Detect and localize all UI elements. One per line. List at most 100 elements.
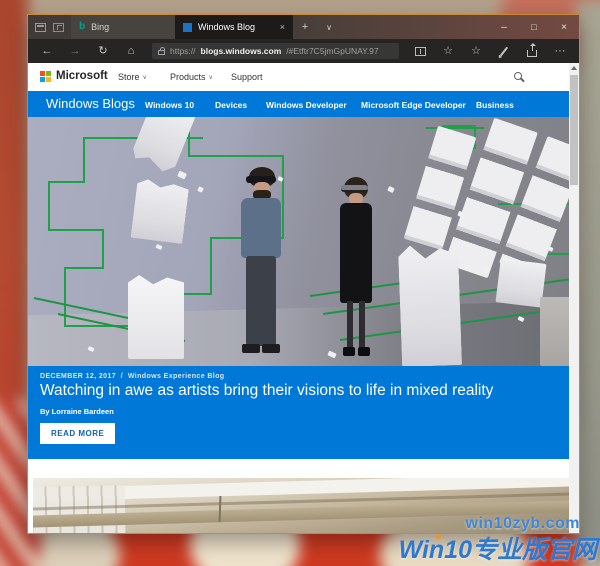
page-content: Microsoft Store∨ Products∨ Support Windo… xyxy=(28,63,579,533)
green-line xyxy=(83,137,85,183)
new-tab-button[interactable]: + xyxy=(293,15,317,39)
scrollbar-up-arrow[interactable] xyxy=(569,63,579,73)
add-favorite-button[interactable]: ☆ xyxy=(435,41,461,61)
menu-item-products[interactable]: Products∨ xyxy=(170,72,213,82)
home-button[interactable]: ⌂ xyxy=(118,41,144,61)
menu-label: Products xyxy=(170,72,206,82)
share-icon xyxy=(527,50,537,57)
url-path: /#Etftr7C5jmGpUNAY.97 xyxy=(286,46,378,56)
man-shoe xyxy=(262,344,280,353)
url-host: blogs.windows.com xyxy=(201,46,282,56)
menu-item-store[interactable]: Store∨ xyxy=(118,72,147,82)
post-title[interactable]: Watching in awe as artists bring their v… xyxy=(40,382,549,400)
read-more-button[interactable]: READ MORE xyxy=(40,423,115,444)
tab-preview-chevron[interactable]: ∨ xyxy=(317,15,341,39)
maximize-button[interactable]: □ xyxy=(519,15,549,39)
debris xyxy=(387,186,395,193)
chevron-down-icon: ∨ xyxy=(209,75,213,81)
scrollbar-thumb[interactable] xyxy=(570,75,578,185)
more-options-button[interactable]: ··· xyxy=(547,41,573,61)
menu-item-support[interactable]: Support xyxy=(231,72,263,82)
nav-item-windows-developer[interactable]: Windows Developer xyxy=(266,100,347,110)
pillar-shape xyxy=(131,178,190,244)
restore-tabs-icon[interactable] xyxy=(53,23,64,32)
green-line xyxy=(210,237,212,295)
logo-square-blue xyxy=(40,77,45,82)
chevron-down-icon: ∨ xyxy=(143,75,147,81)
reading-view-button[interactable] xyxy=(407,41,433,61)
pillar-shape xyxy=(398,244,462,366)
titlebar-drag-area xyxy=(341,15,489,39)
woman-shoe xyxy=(358,347,370,356)
edge-browser-window: b Bing Windows Blog × + ∨ – □ × ← → ↻ ⌂ … xyxy=(27,14,580,534)
address-bar[interactable]: https:// blogs.windows.com /#Etftr7C5jmGpU… xyxy=(152,43,399,59)
refresh-button[interactable]: ↻ xyxy=(90,41,116,61)
window-controls: – □ × xyxy=(489,15,579,39)
web-note-button[interactable] xyxy=(491,41,517,61)
lock-icon xyxy=(158,50,165,55)
man-jeans xyxy=(246,256,276,346)
microsoft-brand[interactable]: Microsoft xyxy=(56,70,108,82)
debris xyxy=(197,186,204,193)
nav-item-business[interactable]: Business xyxy=(476,100,514,110)
hub-button[interactable]: ☆ xyxy=(463,41,489,61)
page-scrollbar[interactable] xyxy=(569,63,579,533)
menu-label: Support xyxy=(231,72,263,82)
watermark-text: Win10专业版官网 xyxy=(399,536,597,564)
set-tabs-aside-icon[interactable] xyxy=(35,23,46,32)
windows-blog-favicon xyxy=(183,23,192,32)
woman-leg xyxy=(347,301,353,349)
meta-separator: / xyxy=(121,373,123,380)
man-shoe xyxy=(242,344,260,353)
green-line xyxy=(48,181,85,183)
content-gap xyxy=(28,459,579,478)
debris xyxy=(177,171,187,180)
pedestal-shape xyxy=(128,275,184,359)
nav-item-windows-10[interactable]: Windows 10 xyxy=(145,100,194,110)
windows-blogs-nav: Windows Blogs Windows 10 Devices Windows… xyxy=(28,91,579,117)
tab-windows-blog[interactable]: Windows Blog × xyxy=(175,15,293,39)
url-protocol: https:// xyxy=(170,46,196,56)
green-line xyxy=(48,229,104,231)
close-button[interactable]: × xyxy=(549,15,579,39)
forward-button[interactable]: → xyxy=(62,41,88,61)
watermark-orange-dot xyxy=(436,534,441,539)
nav-item-edge-developer[interactable]: Microsoft Edge Developer xyxy=(361,100,466,110)
pillar-shape xyxy=(129,117,196,175)
hero-image[interactable] xyxy=(28,117,579,366)
hero-floor xyxy=(28,301,579,366)
green-line xyxy=(64,267,66,327)
woman-leg xyxy=(359,301,365,349)
share-button[interactable] xyxy=(519,41,545,61)
pen-icon xyxy=(500,46,508,56)
logo-square-red xyxy=(40,71,45,76)
hololens-headset-icon xyxy=(341,185,368,192)
watermark-site-name: Win10专业版官网 xyxy=(399,530,597,566)
featured-post-banner: DECEMBER 12, 2017 / Windows Experience B… xyxy=(28,366,579,459)
tab-bing[interactable]: b Bing xyxy=(71,15,175,39)
tab-label: Windows Blog xyxy=(198,22,255,32)
woman-shoe xyxy=(343,347,355,356)
microsoft-header: Microsoft Store∨ Products∨ Support xyxy=(28,63,579,91)
post-byline: By Lorraine Bardeen xyxy=(40,407,114,416)
post-meta: DECEMBER 12, 2017 / Windows Experience B… xyxy=(40,373,224,380)
post-date: DECEMBER 12, 2017 xyxy=(40,373,116,380)
microsoft-logo-icon[interactable] xyxy=(40,71,51,82)
nav-item-devices[interactable]: Devices xyxy=(215,100,247,110)
tab-label: Bing xyxy=(91,22,109,32)
back-button[interactable]: ← xyxy=(34,41,60,61)
tab-bar: b Bing Windows Blog × + ∨ – □ × xyxy=(28,15,579,39)
post-category[interactable]: Windows Experience Blog xyxy=(128,373,225,380)
woman-dress xyxy=(340,203,372,303)
person-silhouette-man xyxy=(234,167,288,359)
search-icon[interactable] xyxy=(514,72,522,80)
man-shirt xyxy=(241,198,281,258)
green-line xyxy=(102,229,104,269)
logo-square-green xyxy=(46,71,51,76)
close-tab-icon[interactable]: × xyxy=(280,23,285,32)
reading-view-icon xyxy=(415,47,426,56)
navigation-toolbar: ← → ↻ ⌂ https:// blogs.windows.com /#Etftr… xyxy=(28,39,579,63)
windows-blogs-brand[interactable]: Windows Blogs xyxy=(46,96,135,111)
minimize-button[interactable]: – xyxy=(489,15,519,39)
person-silhouette-woman xyxy=(331,177,383,366)
